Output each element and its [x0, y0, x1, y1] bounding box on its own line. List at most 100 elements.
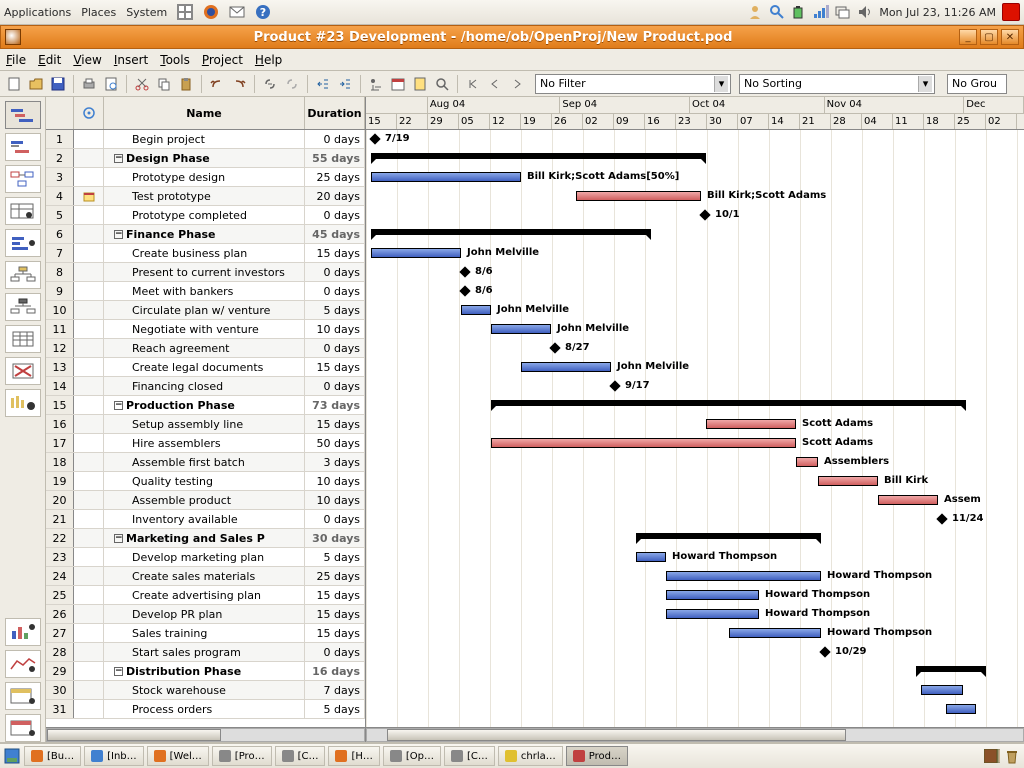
power-icon[interactable]	[1002, 3, 1020, 21]
indicator-cell[interactable]	[74, 339, 104, 357]
task-bar[interactable]	[371, 248, 461, 258]
name-cell[interactable]: Create legal documents	[104, 358, 305, 376]
task-bar[interactable]	[706, 419, 796, 429]
name-cell[interactable]: Present to current investors	[104, 263, 305, 281]
scroll-back-button[interactable]	[485, 74, 505, 94]
row-number[interactable]: 11	[46, 320, 74, 338]
indicator-cell[interactable]	[74, 662, 104, 680]
network-icon[interactable]	[813, 4, 829, 20]
name-cell[interactable]: Test prototype	[104, 187, 305, 205]
row-number[interactable]: 12	[46, 339, 74, 357]
task-bar[interactable]	[636, 552, 666, 562]
row-number[interactable]: 26	[46, 605, 74, 623]
row-number[interactable]: 21	[46, 510, 74, 528]
taskbar-button[interactable]: chrla…	[498, 746, 563, 766]
redo-button[interactable]	[229, 74, 249, 94]
duration-cell[interactable]: 5 days	[305, 700, 365, 718]
milestone[interactable]	[549, 342, 560, 353]
row-number[interactable]: 8	[46, 263, 74, 281]
taskbar-button[interactable]: [Bu…	[24, 746, 81, 766]
no-sub-view-button[interactable]	[5, 357, 41, 385]
row-number[interactable]: 29	[46, 662, 74, 680]
duration-cell[interactable]: 50 days	[305, 434, 365, 452]
name-col[interactable]: Name	[104, 97, 305, 129]
indicator-cell[interactable]	[74, 510, 104, 528]
indicator-cell[interactable]	[74, 586, 104, 604]
name-cell[interactable]: Start sales program	[104, 643, 305, 661]
indicator-cell[interactable]	[74, 320, 104, 338]
indicator-cell[interactable]	[74, 605, 104, 623]
duration-cell[interactable]: 73 days	[305, 396, 365, 414]
task-bar[interactable]	[796, 457, 818, 467]
duration-cell[interactable]: 15 days	[305, 586, 365, 604]
name-cell[interactable]: Create advertising plan	[104, 586, 305, 604]
duration-cell[interactable]: 5 days	[305, 548, 365, 566]
name-cell[interactable]: Circulate plan w/ venture	[104, 301, 305, 319]
duration-cell[interactable]: 55 days	[305, 149, 365, 167]
task-bar[interactable]	[946, 704, 976, 714]
name-cell[interactable]: Develop PR plan	[104, 605, 305, 623]
duration-cell[interactable]: 7 days	[305, 681, 365, 699]
task-bar[interactable]	[666, 590, 759, 600]
name-cell[interactable]: Negotiate with venture	[104, 320, 305, 338]
indicator-col[interactable]	[74, 97, 104, 129]
task-bar[interactable]	[818, 476, 878, 486]
notes-button[interactable]	[410, 74, 430, 94]
indicator-cell[interactable]	[74, 130, 104, 148]
group-combo[interactable]: No Grou	[947, 74, 1007, 94]
filter-combo[interactable]: No Filter▾	[535, 74, 731, 94]
name-cell[interactable]: Create sales materials	[104, 567, 305, 585]
projects-view-button[interactable]	[5, 229, 41, 257]
duration-cell[interactable]: 20 days	[305, 187, 365, 205]
indicator-cell[interactable]	[74, 529, 104, 547]
taskbar-button[interactable]: [C…	[444, 746, 495, 766]
zoom-button[interactable]	[432, 74, 452, 94]
taskbar-button[interactable]: [Wel…	[147, 746, 209, 766]
row-number[interactable]: 25	[46, 586, 74, 604]
row-number[interactable]: 15	[46, 396, 74, 414]
row-number[interactable]: 27	[46, 624, 74, 642]
duration-cell[interactable]: 0 days	[305, 282, 365, 300]
row-number[interactable]: 23	[46, 548, 74, 566]
indicator-cell[interactable]	[74, 168, 104, 186]
gantt-chart[interactable]: Aug 04Sep 04Oct 04Nov 04Dec 152229051219…	[366, 97, 1024, 742]
duration-cell[interactable]: 15 days	[305, 415, 365, 433]
indicator-cell[interactable]	[74, 187, 104, 205]
wbs-view-button[interactable]	[5, 261, 41, 289]
duration-cell[interactable]: 25 days	[305, 168, 365, 186]
duration-cell[interactable]: 15 days	[305, 624, 365, 642]
row-number[interactable]: 2	[46, 149, 74, 167]
indicator-cell[interactable]	[74, 624, 104, 642]
name-cell[interactable]: Sales training	[104, 624, 305, 642]
indicator-cell[interactable]	[74, 415, 104, 433]
task-bar[interactable]	[461, 305, 491, 315]
row-number[interactable]: 1	[46, 130, 74, 148]
row-number[interactable]: 13	[46, 358, 74, 376]
help-icon[interactable]: ?	[255, 4, 271, 20]
taskbar-button[interactable]: [Pro…	[212, 746, 272, 766]
indicator-cell[interactable]	[74, 282, 104, 300]
name-cell[interactable]: Stock warehouse	[104, 681, 305, 699]
duration-cell[interactable]: 15 days	[305, 244, 365, 262]
duration-col[interactable]: Duration	[305, 97, 365, 129]
task-bar[interactable]	[521, 362, 611, 372]
indicator-cell[interactable]	[74, 567, 104, 585]
places-menu[interactable]: Places	[81, 6, 116, 19]
taskbar-button[interactable]: [Inb…	[84, 746, 144, 766]
row-number[interactable]: 9	[46, 282, 74, 300]
apps-menu[interactable]: Applications	[4, 6, 71, 19]
menu-help[interactable]: Help	[255, 53, 282, 67]
cut-button[interactable]	[132, 74, 152, 94]
duration-cell[interactable]: 10 days	[305, 320, 365, 338]
resources-view-button[interactable]	[5, 197, 41, 225]
row-number[interactable]: 28	[46, 643, 74, 661]
summary-bar[interactable]	[636, 533, 821, 539]
indicator-cell[interactable]	[74, 453, 104, 471]
taskbar-button[interactable]: [H…	[328, 746, 379, 766]
row-number[interactable]: 7	[46, 244, 74, 262]
name-cell[interactable]: Prototype completed	[104, 206, 305, 224]
duration-cell[interactable]: 0 days	[305, 510, 365, 528]
indicator-cell[interactable]	[74, 358, 104, 376]
duration-cell[interactable]: 0 days	[305, 130, 365, 148]
indicator-cell[interactable]	[74, 700, 104, 718]
